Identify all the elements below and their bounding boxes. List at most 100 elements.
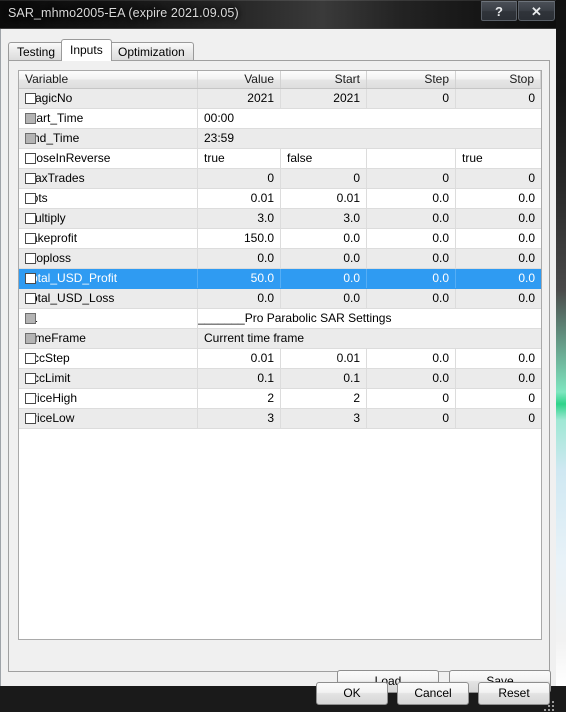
- grid-cell-stop[interactable]: 0.0: [456, 289, 541, 308]
- optimize-checkbox[interactable]: [25, 213, 36, 224]
- grid-row[interactable]: PriceLow 3 3 0 0: [19, 409, 541, 429]
- grid-header-value[interactable]: Value: [198, 71, 281, 88]
- grid-row[interactable]: Takeprofit 150.0 0.0 0.0 0.0: [19, 229, 541, 249]
- grid-cell-start[interactable]: 2021: [281, 89, 367, 108]
- grid-cell-variable[interactable]: v1: [19, 309, 198, 328]
- grid-cell-value[interactable]: 2021: [198, 89, 281, 108]
- grid-cell-start[interactable]: 0.0: [281, 289, 367, 308]
- grid-cell-stop[interactable]: 0.0: [456, 369, 541, 388]
- cancel-button[interactable]: Cancel: [397, 682, 469, 705]
- grid-cell-stop[interactable]: 0.0: [456, 189, 541, 208]
- grid-cell-start[interactable]: 0.01: [281, 189, 367, 208]
- grid-cell-start[interactable]: 2: [281, 389, 367, 408]
- help-icon[interactable]: ?: [481, 1, 517, 21]
- optimize-checkbox[interactable]: [25, 373, 36, 384]
- grid-cell-variable[interactable]: End_Time: [19, 129, 198, 148]
- grid-row[interactable]: TimeFrame Current time frame: [19, 329, 541, 349]
- grid-cell-start[interactable]: 0.1: [281, 369, 367, 388]
- grid-cell-stop[interactable]: 0.0: [456, 349, 541, 368]
- grid-cell-variable[interactable]: CloseInReverse: [19, 149, 198, 168]
- grid-cell-step[interactable]: 0: [367, 389, 456, 408]
- grid-row[interactable]: Multiply 3.0 3.0 0.0 0.0: [19, 209, 541, 229]
- optimize-checkbox[interactable]: [25, 173, 36, 184]
- grid-row[interactable]: Total_USD_Profit 50.0 0.0 0.0 0.0: [19, 269, 541, 289]
- grid-cell-stop[interactable]: 0: [456, 389, 541, 408]
- grid-row[interactable]: End_Time 23:59: [19, 129, 541, 149]
- ok-button[interactable]: OK: [316, 682, 388, 705]
- grid-cell-start[interactable]: 0.0: [281, 229, 367, 248]
- grid-row[interactable]: Lots 0.01 0.01 0.0 0.0: [19, 189, 541, 209]
- grid-cell-value[interactable]: true: [198, 149, 281, 168]
- close-icon[interactable]: ✕: [518, 1, 555, 21]
- grid-cell-start[interactable]: 0.0: [281, 249, 367, 268]
- grid-cell-variable[interactable]: AccStep: [19, 349, 198, 368]
- grid-cell-variable[interactable]: PriceHigh: [19, 389, 198, 408]
- grid-cell-stop[interactable]: 0: [456, 169, 541, 188]
- grid-cell-variable[interactable]: Lots: [19, 189, 198, 208]
- grid-cell-step[interactable]: 0.0: [367, 289, 456, 308]
- grid-cell-start[interactable]: 0: [281, 169, 367, 188]
- grid-cell-variable[interactable]: Start_Time: [19, 109, 198, 128]
- grid-row[interactable]: Start_Time 00:00: [19, 109, 541, 129]
- grid-cell-stop[interactable]: true: [456, 149, 541, 168]
- tab-testing[interactable]: Testing: [8, 42, 65, 60]
- optimize-checkbox[interactable]: [25, 233, 36, 244]
- grid-row[interactable]: CloseInReverse true false true: [19, 149, 541, 169]
- grid-cell-value[interactable]: 3.0: [198, 209, 281, 228]
- grid-cell-start[interactable]: 3.0: [281, 209, 367, 228]
- grid-cell-value[interactable]: 0.01: [198, 349, 281, 368]
- grid-cell-value[interactable]: _______Pro Parabolic SAR Settings: [198, 309, 541, 328]
- grid-cell-variable[interactable]: Takeprofit: [19, 229, 198, 248]
- grid-cell-start[interactable]: 3: [281, 409, 367, 428]
- grid-cell-value[interactable]: 0.0: [198, 249, 281, 268]
- grid-cell-stop[interactable]: 0.0: [456, 249, 541, 268]
- reset-button[interactable]: Reset: [478, 682, 550, 705]
- grid-cell-step[interactable]: 0.0: [367, 349, 456, 368]
- grid-header-variable[interactable]: Variable: [19, 71, 198, 88]
- optimize-checkbox[interactable]: [25, 393, 36, 404]
- grid-cell-start[interactable]: 0.01: [281, 349, 367, 368]
- grid-cell-variable[interactable]: Total_USD_Loss: [19, 289, 198, 308]
- optimize-checkbox[interactable]: [25, 193, 36, 204]
- resize-grip[interactable]: [544, 701, 555, 712]
- grid-row[interactable]: Total_USD_Loss 0.0 0.0 0.0 0.0: [19, 289, 541, 309]
- grid-cell-step[interactable]: 0: [367, 409, 456, 428]
- grid-cell-variable[interactable]: MaxTrades: [19, 169, 198, 188]
- grid-cell-stop[interactable]: 0: [456, 409, 541, 428]
- optimize-checkbox[interactable]: [25, 153, 36, 164]
- grid-header-stop[interactable]: Stop: [456, 71, 541, 88]
- grid-row[interactable]: MagicNo 2021 2021 0 0: [19, 89, 541, 109]
- optimize-checkbox[interactable]: [25, 413, 36, 424]
- grid-cell-value[interactable]: 2: [198, 389, 281, 408]
- grid-cell-stop[interactable]: 0: [456, 89, 541, 108]
- optimize-checkbox[interactable]: [25, 93, 36, 104]
- optimize-checkbox[interactable]: [25, 353, 36, 364]
- optimize-checkbox[interactable]: [25, 293, 36, 304]
- grid-header-start[interactable]: Start: [281, 71, 367, 88]
- grid-row[interactable]: AccLimit 0.1 0.1 0.0 0.0: [19, 369, 541, 389]
- grid-cell-step[interactable]: 0.0: [367, 369, 456, 388]
- grid-row[interactable]: MaxTrades 0 0 0 0: [19, 169, 541, 189]
- grid-cell-stop[interactable]: 0.0: [456, 229, 541, 248]
- grid-cell-step[interactable]: 0.0: [367, 189, 456, 208]
- grid-cell-start[interactable]: false: [281, 149, 367, 168]
- grid-cell-variable[interactable]: Multiply: [19, 209, 198, 228]
- grid-cell-value[interactable]: 23:59: [198, 129, 541, 148]
- optimize-checkbox[interactable]: [25, 273, 36, 284]
- grid-cell-value[interactable]: 0: [198, 169, 281, 188]
- grid-cell-step[interactable]: 0: [367, 169, 456, 188]
- grid-cell-value[interactable]: 50.0: [198, 269, 281, 288]
- grid-row[interactable]: Stoploss 0.0 0.0 0.0 0.0: [19, 249, 541, 269]
- grid-cell-variable[interactable]: MagicNo: [19, 89, 198, 108]
- grid-cell-step[interactable]: 0.0: [367, 209, 456, 228]
- grid-cell-variable[interactable]: Total_USD_Profit: [19, 269, 198, 288]
- tab-inputs[interactable]: Inputs: [61, 39, 112, 61]
- grid-cell-step[interactable]: [367, 149, 456, 168]
- grid-cell-value[interactable]: 0.01: [198, 189, 281, 208]
- grid-cell-variable[interactable]: AccLimit: [19, 369, 198, 388]
- grid-cell-step[interactable]: 0.0: [367, 269, 456, 288]
- grid-cell-start[interactable]: 0.0: [281, 269, 367, 288]
- grid-cell-value[interactable]: 0.1: [198, 369, 281, 388]
- grid-row[interactable]: AccStep 0.01 0.01 0.0 0.0: [19, 349, 541, 369]
- grid-cell-stop[interactable]: 0.0: [456, 209, 541, 228]
